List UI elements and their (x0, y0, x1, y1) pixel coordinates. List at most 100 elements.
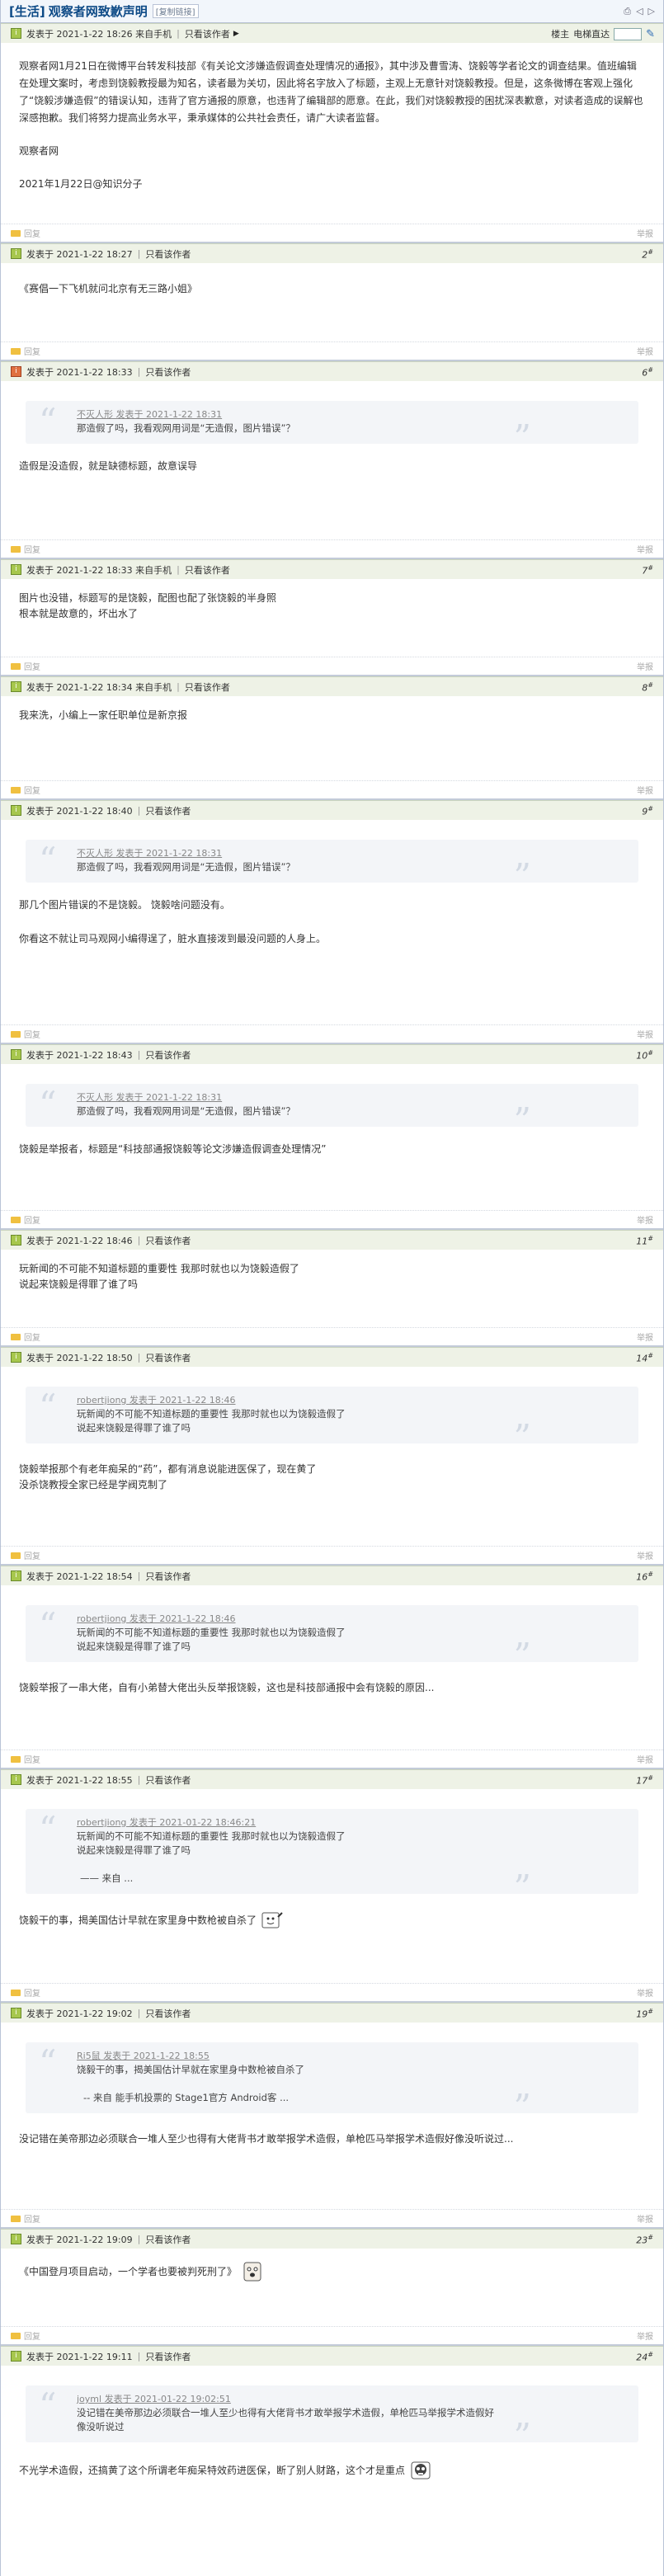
post-text: 你看这不就让司马观网小编得逞了，脏水直接泼到最没问题的人身上。 (19, 933, 327, 944)
reply-button[interactable]: 回复 (11, 1753, 40, 1765)
post-text: 没杀饶教授全家已经是学阀克制了 (19, 1479, 168, 1491)
report-link[interactable]: 举报 (637, 1213, 653, 1226)
reply-button[interactable]: 回复 (11, 660, 40, 672)
only-author-link[interactable]: 只看该作者 (145, 1048, 191, 1062)
only-author-link[interactable]: 只看该作者 (145, 1234, 191, 1247)
reply-button[interactable]: 回复 (11, 543, 40, 555)
quote-text: 玩新闻的不可能不知道标题的重要性 我那时就也以为饶毅造假了 (77, 1627, 346, 1638)
only-author-link[interactable]: 只看该作者 (145, 804, 191, 817)
report-link[interactable]: 举报 (637, 1986, 653, 1999)
quote-text: 说起来饶毅是得罪了谁了吗 (77, 1844, 191, 1856)
report-link[interactable]: 举报 (637, 1028, 653, 1040)
report-link[interactable]: 举报 (637, 2329, 653, 2342)
quote-text: 说起来饶毅是得罪了谁了吗 (77, 1641, 191, 1652)
reply-button[interactable]: 回复 (11, 1330, 40, 1343)
post-content: “ joyml 发表于 2021-01-22 19:02:51 没记错在美帝那边… (1, 2366, 663, 2485)
only-author-link[interactable]: 只看该作者 (145, 2350, 191, 2363)
reply-button[interactable]: 回复 (11, 2329, 40, 2342)
quote-author[interactable]: 不灭人形 发表于 2021-1-22 18:31 (77, 409, 222, 420)
quote-author[interactable]: robertjiong 发表于 2021-1-22 18:46 (77, 1395, 236, 1406)
quote-author[interactable]: robertjiong 发表于 2021-01-22 18:46:21 (77, 1817, 256, 1828)
report-link[interactable]: 举报 (637, 227, 653, 239)
post-header: i 发表于 2021-1-22 18:54 | 只看该作者 16# (1, 1566, 663, 1585)
quote-author[interactable]: joyml 发表于 2021-01-22 19:02:51 (77, 2394, 231, 2404)
quote-text: 那造假了吗，我看观网用词是“无造假，图片错误”？ (77, 422, 295, 434)
report-link[interactable]: 举报 (637, 543, 653, 555)
elevator-input[interactable] (614, 27, 643, 40)
report-link[interactable]: 举报 (637, 345, 653, 357)
post-footer: 回复 举报 (1, 1327, 663, 1345)
post-controls: 楼主 电梯直达 ✎ (551, 27, 655, 40)
reply-button[interactable]: 回复 (11, 1213, 40, 1226)
report-link[interactable]: 举报 (637, 1549, 653, 1561)
floor-number[interactable]: 16# (636, 1571, 653, 1583)
report-link[interactable]: 举报 (637, 1753, 653, 1765)
post-content: 《中国登月项目启动，一个学者也要被判死刑了》 (1, 2249, 663, 2286)
reply-button[interactable]: 回复 (11, 784, 40, 796)
quote-open-icon: “ (39, 1809, 57, 1849)
quote-text: 说起来饶毅是得罪了谁了吗 (77, 1422, 191, 1434)
floor-number[interactable]: 2# (642, 248, 653, 261)
print-icon[interactable]: ⎙ (624, 7, 631, 16)
quote-author[interactable]: robertjiong 发表于 2021-1-22 18:46 (77, 1613, 236, 1624)
quote-block: “ robertjiong 发表于 2021-1-22 18:46 玩新闻的不可… (26, 1387, 638, 1455)
skull-sticker-icon (411, 2461, 431, 2479)
reply-button[interactable]: 回复 (11, 2212, 40, 2225)
floor-number[interactable]: 11# (636, 1235, 653, 1247)
only-author-link[interactable]: 只看该作者 (185, 27, 230, 40)
reply-button[interactable]: 回复 (11, 345, 40, 357)
quote-author[interactable]: 不灭人形 发表于 2021-1-22 18:31 (77, 848, 222, 859)
only-author-link[interactable]: 只看该作者 (145, 1570, 191, 1583)
reply-button[interactable]: 回复 (11, 1028, 40, 1040)
floor-number[interactable]: 6# (642, 366, 653, 379)
quote-text: 玩新闻的不可能不知道标题的重要性 我那时就也以为饶毅造假了 (77, 1830, 346, 1842)
reply-button[interactable]: 回复 (11, 1549, 40, 1561)
floor-number[interactable]: 9# (642, 805, 653, 817)
post-content: “ 不灭人形 发表于 2021-1-22 18:31 那造假了吗，我看观网用词是… (1, 381, 663, 479)
post-footer: 回复 举报 (1, 539, 663, 558)
post-text: 饶毅是举报者，标题是“科技部通报饶毅等论文涉嫌造假调查处理情况” (19, 1143, 327, 1155)
only-author-link[interactable]: 只看该作者 (145, 247, 191, 261)
post-footer: 回复 举报 (1, 1024, 663, 1043)
floor-number[interactable]: 23# (636, 2234, 653, 2246)
online-status-icon: i (11, 2351, 21, 2362)
post: i 发表于 2021-1-22 18:50 | 只看该作者 14# “ rober… (1, 1347, 663, 1566)
report-link[interactable]: 举报 (637, 1330, 653, 1343)
quote-author[interactable]: Ri5鼠 发表于 2021-1-22 18:55 (77, 2051, 210, 2061)
quote-author[interactable]: 不灭人形 发表于 2021-1-22 18:31 (77, 1092, 222, 1103)
copy-link-button[interactable]: [复制链接] (152, 4, 199, 18)
only-author-link[interactable]: 只看该作者 (145, 1351, 191, 1364)
report-link[interactable]: 举报 (637, 784, 653, 796)
quote-text: —— 来自 ... (80, 1872, 134, 1884)
caret-right-icon: ▶ (233, 29, 239, 38)
post-text: 2021年1月22日@知识分子 (19, 178, 143, 190)
post: i 发表于 2021-1-22 18:40 | 只看该作者 9# “ 不灭人形 发… (1, 800, 663, 1044)
floor-number[interactable]: 19# (636, 2008, 653, 2020)
floor-number[interactable]: 17# (636, 1774, 653, 1787)
floor-number[interactable]: 24# (636, 2351, 653, 2363)
report-link[interactable]: 举报 (637, 2212, 653, 2225)
post-header: i 发表于 2021-1-22 18:33 来自手机 | 只看该作者 7# (1, 559, 663, 579)
reply-button[interactable]: 回复 (11, 227, 40, 239)
floor-number[interactable]: 14# (636, 1352, 653, 1364)
pen-icon[interactable]: ✎ (646, 28, 655, 40)
only-author-link[interactable]: 只看该作者 (145, 1773, 191, 1787)
only-author-link[interactable]: 只看该作者 (185, 680, 230, 694)
post-date: 发表于 2021-1-22 18:33 来自手机 (26, 564, 172, 576)
quote-open-icon: “ (39, 1605, 57, 1646)
floor-number[interactable]: 7# (642, 564, 653, 577)
only-author-link[interactable]: 只看该作者 (145, 365, 191, 379)
prev-thread-icon[interactable]: ◁ (636, 7, 643, 16)
post-header: i 发表于 2021-1-22 18:33 | 只看该作者 6# (1, 361, 663, 381)
thread-category[interactable]: [生活] (9, 2, 45, 20)
floor-number[interactable]: 10# (636, 1049, 653, 1062)
floor-number[interactable]: 8# (642, 681, 653, 694)
only-author-link[interactable]: 只看该作者 (145, 2007, 191, 2020)
next-thread-icon[interactable]: ▷ (648, 7, 655, 16)
reply-button[interactable]: 回复 (11, 1986, 40, 1999)
only-author-link[interactable]: 只看该作者 (145, 2233, 191, 2246)
report-link[interactable]: 举报 (637, 660, 653, 672)
quote-open-icon: “ (39, 840, 57, 880)
only-author-link[interactable]: 只看该作者 (185, 563, 230, 577)
quote-close-icon: ” (513, 2416, 531, 2456)
